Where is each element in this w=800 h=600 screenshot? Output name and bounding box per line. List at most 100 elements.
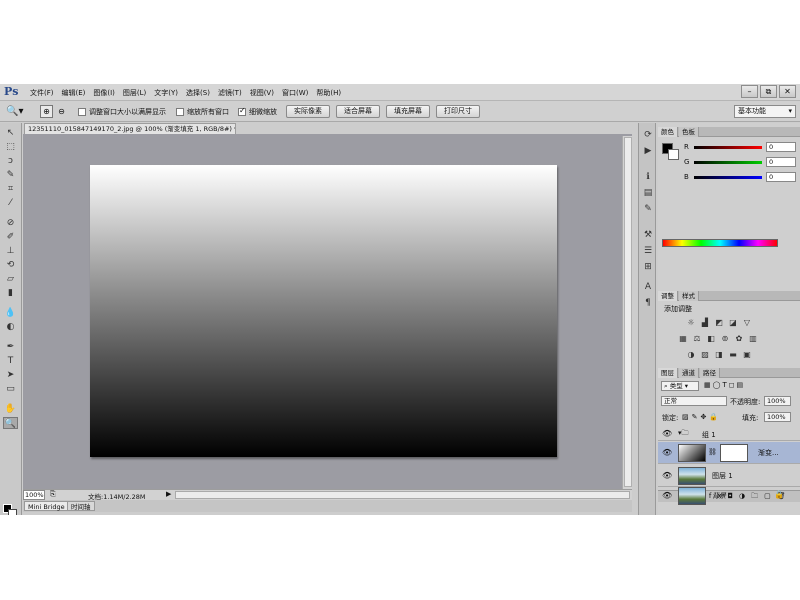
path-select-tool-icon[interactable]: ➤ (3, 369, 18, 381)
gradient-map-icon[interactable]: ▬ (728, 350, 738, 359)
eyedropper-tool-icon[interactable]: ⁄ (3, 197, 18, 209)
horizontal-scrollbar[interactable] (175, 491, 630, 499)
restore-button[interactable]: ⧉ (760, 85, 777, 98)
zoom-out-icon[interactable]: ⊖ (55, 105, 68, 118)
black-white-icon[interactable]: ◧ (706, 334, 716, 343)
history-icon[interactable]: ⟳ (642, 129, 654, 141)
menu-edit[interactable]: 编辑(E) (58, 88, 90, 98)
minimize-button[interactable]: – (741, 85, 758, 98)
color-spectrum[interactable] (662, 239, 778, 247)
eye-icon[interactable]: 👁 (662, 471, 672, 480)
blend-mode-select[interactable]: 正常 (661, 396, 727, 406)
clone-stamp-tool-icon[interactable]: ⊥ (3, 245, 18, 257)
layer-mask-thumbnail[interactable] (720, 444, 748, 462)
sliders-icon[interactable]: ☰ (642, 245, 654, 257)
resize-windows-checkbox[interactable] (78, 107, 86, 116)
brush-tool-icon[interactable]: ✐ (3, 231, 18, 243)
menu-filter[interactable]: 滤镜(T) (214, 88, 246, 98)
brightness-icon[interactable]: ☼ (686, 318, 696, 327)
tool-presets-icon[interactable]: ⚒ (642, 229, 654, 241)
info-icon[interactable]: ℹ (642, 171, 654, 183)
menu-layer[interactable]: 图层(L) (119, 88, 150, 98)
blur-tool-icon[interactable]: 💧 (3, 307, 18, 319)
layer-row-layer-1[interactable]: 👁 图层 1 (658, 465, 800, 487)
color-r-input[interactable]: 0 (766, 142, 796, 152)
curves-icon[interactable]: ◩ (714, 318, 724, 327)
properties-icon[interactable]: ▤ (642, 187, 654, 199)
actual-pixels-button[interactable]: 实际像素 (286, 105, 330, 118)
eye-icon[interactable]: 👁 (662, 429, 672, 438)
export-icon[interactable]: ⎘ (50, 490, 56, 499)
pen-tool-icon[interactable]: ✒ (3, 341, 18, 353)
lasso-tool-icon[interactable]: ↄ (3, 155, 18, 167)
chain-link-icon[interactable]: ⛓ (708, 448, 717, 456)
menu-file[interactable]: 文件(F) (26, 88, 58, 98)
shape-tool-icon[interactable]: ▭ (3, 383, 18, 395)
eye-icon[interactable]: 👁 (662, 491, 672, 500)
menu-help[interactable]: 帮助(H) (312, 88, 345, 98)
vertical-scroll-thumb[interactable] (624, 137, 632, 487)
tab-timeline[interactable]: 时间轴 (67, 501, 95, 511)
vibrance-icon[interactable]: ▽ (742, 318, 752, 327)
close-button[interactable]: ✕ (779, 85, 796, 98)
workspace-select[interactable]: 基本功能 (734, 105, 796, 118)
zoom-all-checkbox[interactable] (176, 107, 184, 116)
print-size-button[interactable]: 打印尺寸 (436, 105, 480, 118)
layer-row-group[interactable]: 👁 ▾🗀 组 1 (658, 427, 800, 441)
menu-image[interactable]: 图像(I) (89, 88, 119, 98)
tab-channels[interactable]: 通道 (679, 368, 699, 378)
levels-icon[interactable]: ▟ (700, 318, 710, 327)
color-lookup-icon[interactable]: ▥ (748, 334, 758, 343)
zoom-tool-icon[interactable]: 🔍 (3, 417, 18, 429)
healing-brush-tool-icon[interactable]: ⊘ (3, 217, 18, 229)
history-brush-tool-icon[interactable]: ⟲ (3, 259, 18, 271)
color-b-input[interactable]: 0 (766, 172, 796, 182)
fill-screen-button[interactable]: 填充屏幕 (386, 105, 430, 118)
tab-styles[interactable]: 样式 (679, 291, 699, 301)
background-color-swatch[interactable] (8, 509, 17, 515)
threshold-icon[interactable]: ◨ (714, 350, 724, 359)
color-g-slider[interactable] (694, 161, 762, 164)
character-icon[interactable]: A (642, 281, 654, 293)
gradient-tool-icon[interactable]: ▮ (3, 287, 18, 299)
invert-icon[interactable]: ◑ (686, 350, 696, 359)
tab-adjustments[interactable]: 调整 (658, 291, 678, 301)
layer-filter-icons[interactable]: ▦◯T◻▤ (704, 381, 745, 389)
crop-tool-icon[interactable]: ⌗ (3, 183, 18, 195)
zoom-tool-icon[interactable]: 🔍▾ (6, 105, 23, 118)
eye-icon[interactable]: 👁 (662, 448, 672, 457)
color-b-slider[interactable] (694, 176, 762, 179)
zoom-all-option[interactable]: 缩放所有窗口 (176, 105, 229, 118)
tab-layers[interactable]: 图层 (658, 368, 678, 378)
zoom-level-field[interactable]: 100% (23, 490, 45, 500)
eraser-tool-icon[interactable]: ▱ (3, 273, 18, 285)
gradient-image[interactable] (90, 165, 557, 457)
zoom-in-icon[interactable]: ⊕ (40, 105, 53, 118)
quick-select-tool-icon[interactable]: ✎ (3, 169, 18, 181)
layer-filter-select[interactable]: ⌕ 类型 ▾ (661, 381, 699, 391)
canvas-area[interactable] (23, 134, 632, 489)
tab-paths[interactable]: 路径 (700, 368, 720, 378)
layer-row-gradient-fill[interactable]: 👁 ⛓ 渐变... (658, 442, 800, 464)
menu-view[interactable]: 视图(V) (246, 88, 278, 98)
scrubby-zoom-option[interactable]: 细微缩放 (238, 105, 277, 118)
paragraph-icon[interactable]: ¶ (642, 297, 654, 309)
actions-play-icon[interactable]: ▶ (642, 145, 654, 157)
color-r-slider[interactable] (694, 146, 762, 149)
lock-icons[interactable]: ▨✎✥🔒 (682, 413, 721, 421)
color-g-input[interactable]: 0 (766, 157, 796, 167)
dodge-tool-icon[interactable]: ◐ (3, 321, 18, 333)
menu-type[interactable]: 文字(Y) (150, 88, 182, 98)
posterize-icon[interactable]: ▨ (700, 350, 710, 359)
color-balance-icon[interactable]: ⚖ (692, 334, 702, 343)
menu-window[interactable]: 窗口(W) (278, 88, 312, 98)
move-tool-icon[interactable]: ↖ (3, 127, 18, 139)
fit-screen-button[interactable]: 适合屏幕 (336, 105, 380, 118)
fill-input[interactable]: 100% (764, 412, 791, 422)
resize-windows-option[interactable]: 调整窗口大小以满屏显示 (78, 105, 166, 118)
vertical-scrollbar[interactable] (622, 136, 632, 489)
tab-color[interactable]: 颜色 (658, 127, 678, 137)
scrubby-zoom-checkbox[interactable] (238, 106, 246, 116)
tab-swatches[interactable]: 色板 (679, 127, 699, 137)
hand-tool-icon[interactable]: ✋ (3, 403, 18, 415)
